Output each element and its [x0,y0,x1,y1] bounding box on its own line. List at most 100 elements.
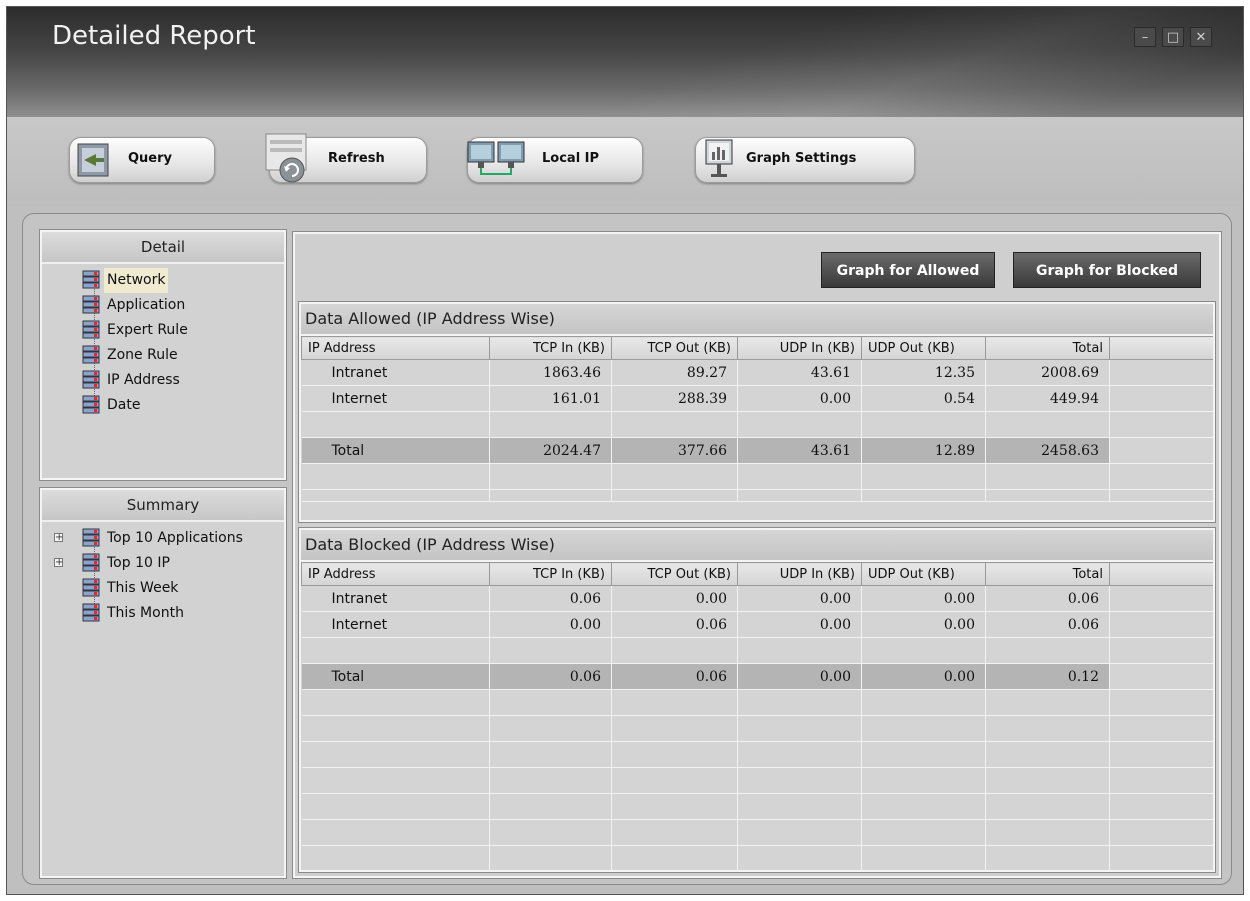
table-row-empty [301,463,1213,490]
cell-tcp-out: 377.66 [611,437,738,464]
cell-tcp-out: 89.27 [611,359,738,386]
table-row[interactable]: Internet 0.00 0.06 0.00 0.00 0.06 [301,611,1213,638]
tree-item-label: This Week [107,580,179,596]
table-row-empty [301,715,1213,742]
cell-total: 2008.69 [985,359,1110,386]
query-button[interactable]: Query [69,137,215,183]
cell-total: 0.12 [985,663,1110,690]
cell-empty [1109,611,1213,638]
detail-panel: Detail Network Application Expert Rule Z… [39,229,287,481]
cell-udp-out: 0.54 [861,385,986,412]
table-row-empty [301,637,1213,664]
refresh-button[interactable]: Refresh [265,133,427,183]
column-header-udp-in[interactable]: UDP In (KB) [737,562,862,586]
server-icon [82,395,100,424]
column-header-udp-out[interactable]: UDP Out (KB) [861,562,986,586]
allowed-table: IP Address TCP In (KB) TCP Out (KB) UDP … [301,336,1213,502]
table-header-row: IP Address TCP In (KB) TCP Out (KB) UDP … [301,562,1213,586]
cell-total: 0.06 [985,611,1110,638]
cell-udp-in: 43.61 [737,359,862,386]
table-row-empty [301,793,1213,820]
cell-udp-out: 0.00 [861,611,986,638]
table-row-empty [301,845,1213,870]
cell-ip-address: Intranet [301,359,490,386]
cell-tcp-in: 0.00 [489,611,612,638]
graph-settings-button[interactable]: Graph Settings [695,137,915,183]
column-header-empty [1109,562,1213,586]
cell-empty [1109,359,1213,386]
tree-item-label: Zone Rule [107,347,178,363]
column-header-tcp-out[interactable]: TCP Out (KB) [611,336,738,360]
cell-empty [1109,585,1213,612]
table-row[interactable]: Intranet 1863.46 89.27 43.61 12.35 2008.… [301,359,1213,386]
table-row-empty [301,767,1213,794]
graph-blocked-button[interactable]: Graph for Blocked [1013,252,1201,288]
graph-settings-label: Graph Settings [746,151,857,166]
table-row-empty [301,411,1213,438]
cell-udp-in: 0.00 [737,385,862,412]
cell-udp-out: 12.89 [861,437,986,464]
cell-tcp-out: 0.06 [611,663,738,690]
title-bar[interactable]: Detailed Report – □ ✕ [7,7,1243,117]
column-header-total[interactable]: Total [985,562,1110,586]
table-row[interactable]: Intranet 0.06 0.00 0.00 0.00 0.06 [301,585,1213,612]
column-header-udp-out[interactable]: UDP Out (KB) [861,336,986,360]
table-row-empty [301,489,1213,502]
column-header-tcp-in[interactable]: TCP In (KB) [489,562,612,586]
detail-panel-title: Detail [42,232,284,264]
column-header-tcp-out[interactable]: TCP Out (KB) [611,562,738,586]
summary-panel-title: Summary [42,490,284,522]
column-header-empty [1109,336,1213,360]
cell-total: 0.06 [985,585,1110,612]
cell-udp-out: 12.35 [861,359,986,386]
close-button[interactable]: ✕ [1190,27,1212,47]
graph-monitor-icon [700,134,740,190]
tree-item-label: Date [107,397,141,413]
table-row-empty [301,819,1213,846]
tree-item-label: Network [104,268,169,293]
minimize-button[interactable]: – [1134,27,1156,47]
cell-ip-address: Total [301,663,490,690]
cell-ip-address: Intranet [301,585,490,612]
cell-empty [1109,385,1213,412]
tree-item-label: Top 10 IP [107,555,170,571]
cell-tcp-in: 0.06 [489,663,612,690]
cell-tcp-in: 161.01 [489,385,612,412]
local-ip-label: Local IP [542,151,600,166]
cell-udp-in: 43.61 [737,437,862,464]
cell-empty [1109,437,1213,464]
cell-udp-out: 0.00 [861,663,986,690]
maximize-button[interactable]: □ [1162,27,1184,47]
column-header-ip-address[interactable]: IP Address [301,336,490,360]
toolbar: Query Refresh Local IP Graph Settings [7,117,1243,207]
graph-allowed-button[interactable]: Graph for Allowed [821,252,995,288]
cell-tcp-out: 288.39 [611,385,738,412]
cell-ip-address: Internet [301,385,490,412]
report-main-panel: Graph for Allowed Graph for Blocked Data… [292,231,1222,879]
column-header-udp-in[interactable]: UDP In (KB) [737,336,862,360]
tree-item-label: Top 10 Applications [107,530,243,546]
local-ip-button[interactable]: Local IP [467,137,643,183]
blocked-table: IP Address TCP In (KB) TCP Out (KB) UDP … [301,562,1213,870]
column-header-ip-address[interactable]: IP Address [301,562,490,586]
cell-udp-in: 0.00 [737,663,862,690]
table-row-empty [301,741,1213,768]
table-row[interactable]: Internet 161.01 288.39 0.00 0.54 449.94 [301,385,1213,412]
tree-item-label: IP Address [107,372,180,388]
cell-ip-address: Total [301,437,490,464]
column-header-total[interactable]: Total [985,336,1110,360]
table-total-row[interactable]: Total 0.06 0.06 0.00 0.00 0.12 [301,663,1213,690]
cell-udp-in: 0.00 [737,611,862,638]
cell-tcp-in: 2024.47 [489,437,612,464]
query-icon [74,134,116,186]
column-header-tcp-in[interactable]: TCP In (KB) [489,336,612,360]
cell-tcp-out: 0.00 [611,585,738,612]
cell-total: 449.94 [985,385,1110,412]
table-total-row[interactable]: Total 2024.47 377.66 43.61 12.89 2458.63 [301,437,1213,464]
table-row-empty [301,689,1213,716]
cell-udp-out: 0.00 [861,585,986,612]
cell-tcp-in: 0.06 [489,585,612,612]
query-label: Query [128,151,173,166]
expand-icon[interactable]: + [54,533,63,543]
expand-icon[interactable]: + [54,558,63,568]
